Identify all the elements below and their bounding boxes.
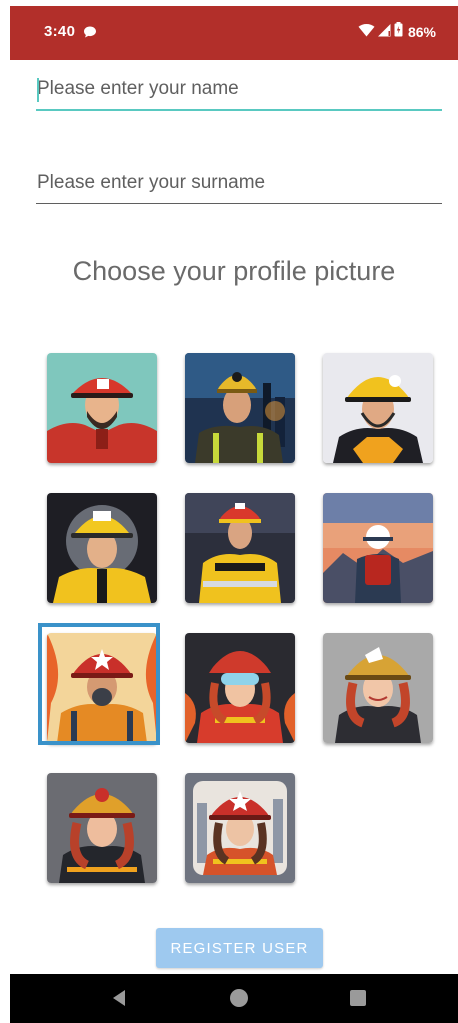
- status-time: 3:40: [44, 23, 76, 40]
- avatar-11[interactable]: [185, 773, 295, 883]
- recents-icon[interactable]: [346, 986, 370, 1010]
- avatar-2[interactable]: [185, 353, 295, 463]
- back-icon[interactable]: [108, 986, 132, 1010]
- avatar-9[interactable]: [323, 633, 433, 743]
- status-bar: 3:40 86%: [10, 6, 458, 60]
- name-field[interactable]: [36, 69, 443, 111]
- status-icons: 86%: [358, 22, 436, 42]
- signal-icon: [377, 23, 391, 42]
- avatar-10[interactable]: [47, 773, 157, 883]
- avatar-5[interactable]: [185, 493, 295, 603]
- choose-picture-heading: Choose your profile picture: [72, 256, 396, 286]
- name-underline: [36, 109, 442, 111]
- home-icon[interactable]: [227, 986, 251, 1010]
- name-input[interactable]: [36, 69, 443, 109]
- battery-icon: [394, 22, 403, 42]
- navigation-bar: [10, 974, 458, 1023]
- chat-icon: [83, 25, 97, 39]
- app-screen: 3:40 86% Choose your profile picture: [10, 6, 458, 1023]
- avatar-3[interactable]: [323, 353, 433, 463]
- avatar-4[interactable]: [47, 493, 157, 603]
- battery-percent: 86%: [407, 24, 436, 40]
- surname-underline: [36, 203, 442, 204]
- avatar-8[interactable]: [185, 633, 295, 743]
- surname-field[interactable]: [36, 163, 443, 204]
- avatar-7[interactable]: [47, 633, 157, 743]
- avatar-1[interactable]: [47, 353, 157, 463]
- register-user-button[interactable]: REGISTER USER: [156, 928, 323, 968]
- text-cursor: [37, 78, 39, 102]
- surname-input[interactable]: [36, 163, 443, 203]
- avatar-6[interactable]: [323, 493, 433, 603]
- wifi-icon: [358, 23, 375, 42]
